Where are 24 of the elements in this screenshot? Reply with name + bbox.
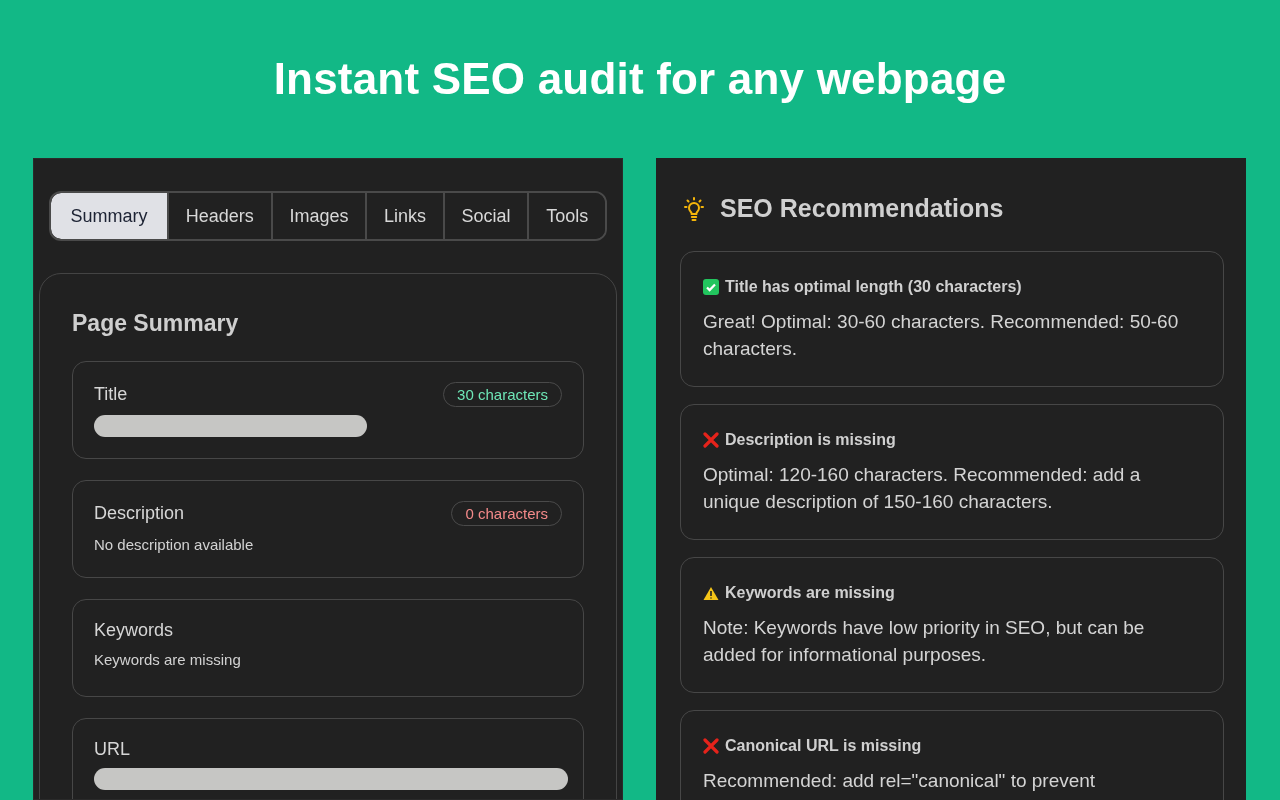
recommendation-text: Recommended: add rel="canonical" to prevent: [703, 769, 1097, 793]
field-value: Keywords are missing: [94, 651, 242, 668]
recommendation-text: Optimal: 120-160 characters. Recommended: add a unique description of 150-160 characters.: [703, 463, 1142, 514]
field-value: No description available: [94, 536, 255, 553]
tab[interactable]: Summary: [51, 193, 167, 239]
field-label: Keywords: [94, 620, 174, 641]
recommendation-title: Keywords are missing: [725, 584, 895, 602]
warning-icon: [703, 585, 719, 601]
headline: Instant SEO audit for any webpage: [272, 53, 1008, 105]
section-title: Page Summary: [72, 310, 240, 337]
recommendation-title: Title has optimal length (30 characters): [725, 278, 1022, 296]
recommendation-title: Canonical URL is missing: [725, 737, 922, 755]
section-title: SEO Recommendations: [720, 194, 1004, 223]
field-label: Description: [94, 503, 185, 524]
cross-icon: [703, 738, 719, 754]
lightbulb-icon: [682, 196, 706, 221]
field-label: URL: [94, 739, 130, 760]
tab[interactable]: Tools: [527, 193, 605, 239]
recommendation-text: Note: Keywords have low priority in SEO, but can be added for informational purposes.: [703, 616, 1146, 667]
check-icon: [703, 279, 719, 295]
recommendation-title: Description is missing: [725, 431, 896, 449]
field-label: Title: [94, 384, 128, 405]
cross-icon: [703, 432, 719, 448]
recommendation-text: Great! Optimal: 30-60 characters. Recommended: 50-60 characters.: [703, 310, 1180, 361]
